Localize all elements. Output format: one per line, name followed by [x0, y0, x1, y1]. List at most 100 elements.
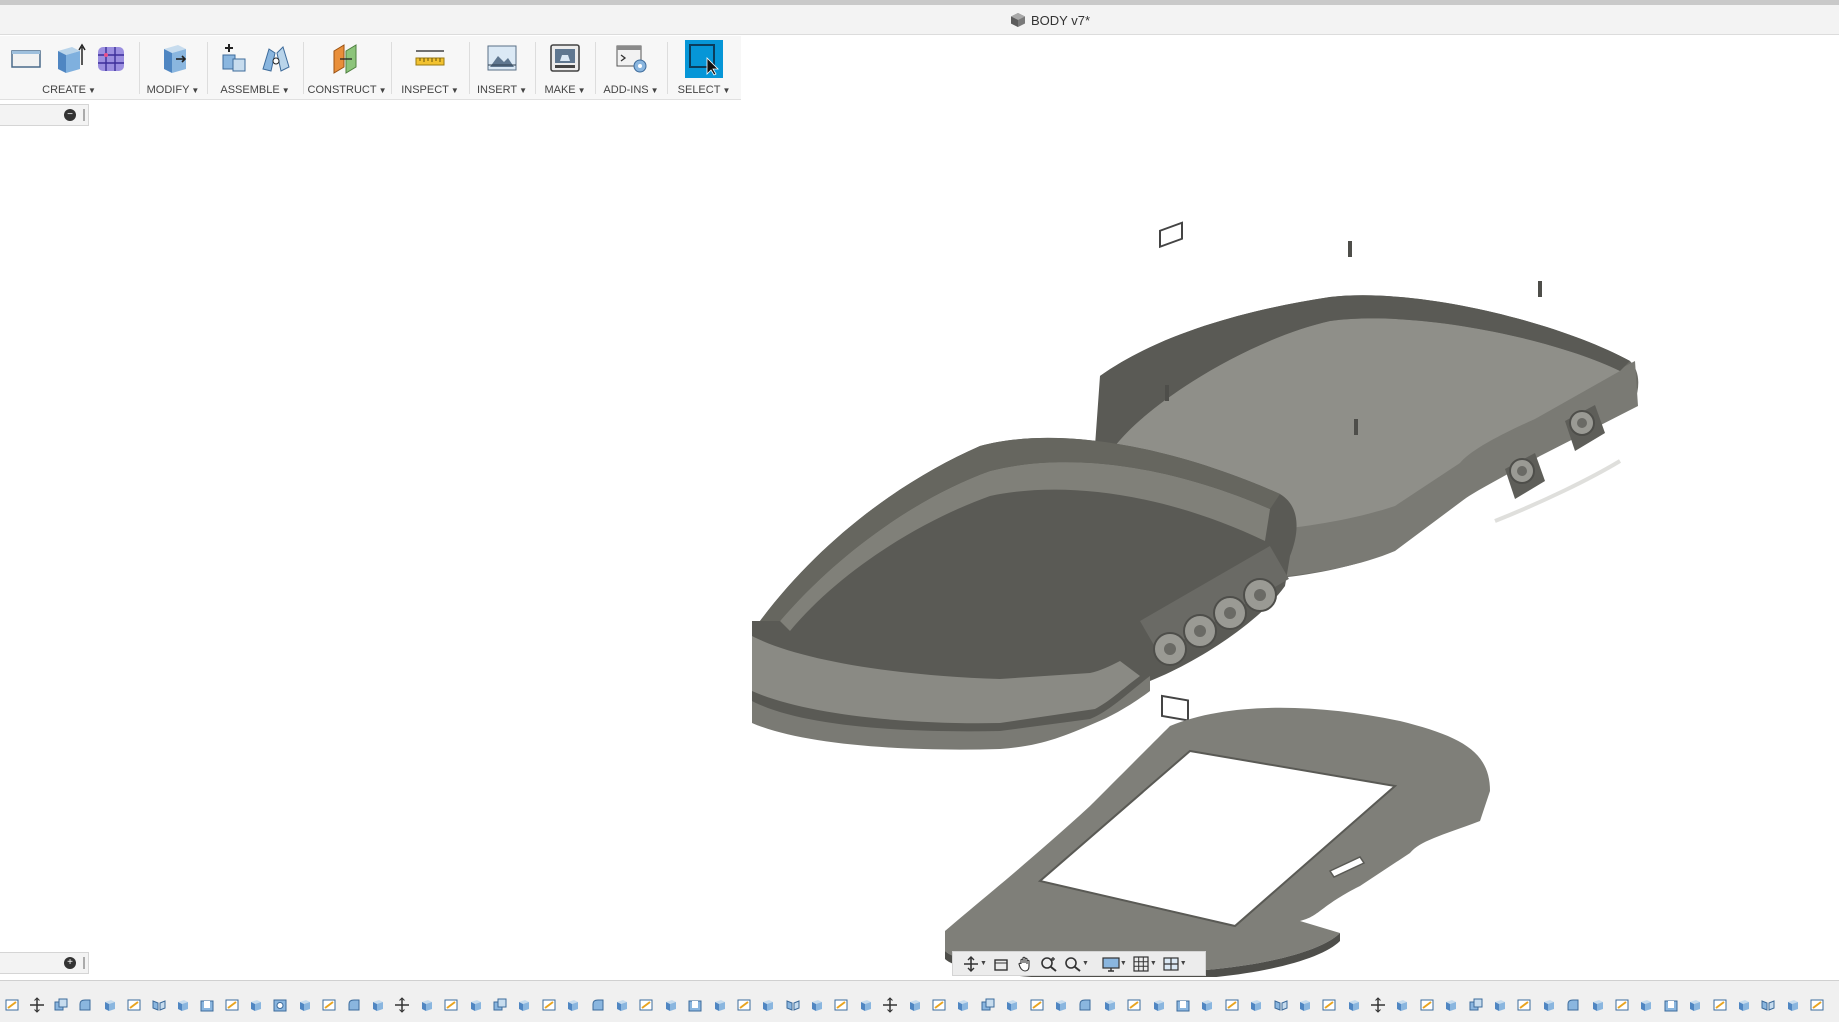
look-at-icon[interactable]	[991, 955, 1011, 973]
timeline-feature-extrude-icon[interactable]	[1781, 995, 1805, 1015]
new-component-icon[interactable]	[216, 40, 252, 76]
timeline-feature-extrude-icon[interactable]	[366, 995, 390, 1015]
addins-menu-label[interactable]: ADD-INS ▼	[596, 84, 666, 96]
press-pull-icon[interactable]	[155, 40, 191, 76]
timeline-feature-sketch-icon[interactable]	[1610, 995, 1634, 1015]
joint-icon[interactable]	[258, 40, 294, 76]
timeline-feature-move-icon[interactable]	[1366, 995, 1390, 1015]
timeline-feature-extrude-icon[interactable]	[902, 995, 926, 1015]
timeline-feature-extrude-icon[interactable]	[1146, 995, 1170, 1015]
timeline-feature-sketch-icon[interactable]	[439, 995, 463, 1015]
3d-viewport[interactable]	[0, 101, 1839, 977]
timeline-feature-sketch-icon[interactable]	[537, 995, 561, 1015]
timeline-feature-move-icon[interactable]	[24, 995, 48, 1015]
timeline-feature-fillet-icon[interactable]	[73, 995, 97, 1015]
timeline-feature-sketch-icon[interactable]	[1707, 995, 1731, 1015]
timeline-feature-sketch-icon[interactable]	[1512, 995, 1536, 1015]
face-plate-body[interactable]	[945, 707, 1490, 977]
timeline-feature-extrude-icon[interactable]	[854, 995, 878, 1015]
timeline-feature-hole-icon[interactable]	[268, 995, 292, 1015]
timeline-feature-sketch-icon[interactable]	[122, 995, 146, 1015]
timeline-feature-extrude-icon[interactable]	[1244, 995, 1268, 1015]
timeline-feature-extrude-icon[interactable]	[1634, 995, 1658, 1015]
make-menu-label[interactable]: MAKE ▼	[536, 84, 594, 96]
timeline-feature-sketch-icon[interactable]	[1317, 995, 1341, 1015]
timeline-feature-combine-icon[interactable]	[49, 995, 73, 1015]
timeline-feature-sketch-icon[interactable]	[732, 995, 756, 1015]
timeline-feature-extrude-icon[interactable]	[951, 995, 975, 1015]
timeline-feature-sketch-icon[interactable]	[829, 995, 853, 1015]
timeline-feature-mirror-icon[interactable]	[1268, 995, 1292, 1015]
timeline-feature-fillet-icon[interactable]	[341, 995, 365, 1015]
zoom-icon[interactable]	[1039, 955, 1059, 973]
pan-icon[interactable]	[1015, 955, 1035, 973]
middle-frame-body[interactable]	[752, 221, 1297, 750]
timeline-feature-sketch-icon[interactable]	[220, 995, 244, 1015]
timeline-feature-extrude-icon[interactable]	[244, 995, 268, 1015]
timeline-feature-sketch-icon[interactable]	[0, 995, 24, 1015]
fit-icon[interactable]	[1063, 955, 1083, 973]
timeline-feature-extrude-icon[interactable]	[1293, 995, 1317, 1015]
zoom-dropdown-icon[interactable]: ▼	[1082, 960, 1089, 967]
timeline-feature-extrude-icon[interactable]	[512, 995, 536, 1015]
timeline-feature-sketch-icon[interactable]	[1805, 995, 1829, 1015]
timeline-feature-extrude-icon[interactable]	[1098, 995, 1122, 1015]
measure-icon[interactable]	[412, 40, 448, 76]
timeline-feature-mirror-icon[interactable]	[146, 995, 170, 1015]
timeline-feature-extrude-icon[interactable]	[293, 995, 317, 1015]
timeline-feature-extrude-icon[interactable]	[1049, 995, 1073, 1015]
viewports-dropdown-icon[interactable]: ▼	[1180, 960, 1187, 967]
timeline-feature-fillet-icon[interactable]	[585, 995, 609, 1015]
timeline-feature-mirror-icon[interactable]	[781, 995, 805, 1015]
timeline-feature-extrude-icon[interactable]	[463, 995, 487, 1015]
timeline-feature-fillet-icon[interactable]	[1561, 995, 1585, 1015]
timeline-feature-extrude-icon[interactable]	[659, 995, 683, 1015]
timeline-feature-extrude-icon[interactable]	[171, 995, 195, 1015]
timeline-feature-combine-icon[interactable]	[976, 995, 1000, 1015]
comments-resize-grip[interactable]	[83, 957, 85, 969]
assemble-menu-label[interactable]: ASSEMBLE ▼	[208, 84, 302, 96]
timeline-feature-sketch-icon[interactable]	[1415, 995, 1439, 1015]
timeline-feature-extrude-icon[interactable]	[1195, 995, 1219, 1015]
timeline-feature-extrude-icon[interactable]	[707, 995, 731, 1015]
timeline-feature-sketch-icon[interactable]	[1220, 995, 1244, 1015]
timeline-feature-shell-icon[interactable]	[1171, 995, 1195, 1015]
orbit-icon[interactable]	[961, 955, 981, 973]
timeline-feature-extrude-icon[interactable]	[1537, 995, 1561, 1015]
select-menu-label[interactable]: SELECT ▼	[668, 84, 740, 96]
select-tool-icon[interactable]	[685, 40, 723, 78]
timeline-feature-extrude-icon[interactable]	[1683, 995, 1707, 1015]
timeline-feature-extrude-icon[interactable]	[1000, 995, 1024, 1015]
form-icon[interactable]	[93, 40, 129, 76]
timeline-feature-extrude-icon[interactable]	[1732, 995, 1756, 1015]
extrude-icon[interactable]	[51, 40, 87, 76]
timeline-feature-extrude-icon[interactable]	[805, 995, 829, 1015]
create-sketch-icon[interactable]	[9, 40, 45, 76]
timeline-feature-sketch-icon[interactable]	[317, 995, 341, 1015]
grid-dropdown-icon[interactable]: ▼	[1150, 960, 1157, 967]
create-menu-label[interactable]: CREATE ▼	[0, 84, 138, 96]
timeline-feature-move-icon[interactable]	[878, 995, 902, 1015]
timeline-feature-sketch-icon[interactable]	[1024, 995, 1048, 1015]
insert-menu-label[interactable]: INSERT ▼	[470, 84, 534, 96]
timeline-feature-extrude-icon[interactable]	[1585, 995, 1609, 1015]
timeline-feature-extrude-icon[interactable]	[1488, 995, 1512, 1015]
timeline-feature-sketch-icon[interactable]	[927, 995, 951, 1015]
construct-menu-label[interactable]: CONSTRUCT ▼	[304, 84, 390, 96]
display-dropdown-icon[interactable]: ▼	[1120, 960, 1127, 967]
3d-print-icon[interactable]	[547, 40, 583, 76]
comments-expand-button[interactable]: +	[64, 957, 76, 969]
timeline-feature-extrude-icon[interactable]	[1341, 995, 1365, 1015]
offset-plane-icon[interactable]	[329, 40, 365, 76]
timeline-feature-extrude-icon[interactable]	[610, 995, 634, 1015]
timeline-feature-fillet-icon[interactable]	[1073, 995, 1097, 1015]
timeline-feature-sketch-icon[interactable]	[1122, 995, 1146, 1015]
timeline-feature-shell-icon[interactable]	[195, 995, 219, 1015]
timeline-feature-shell-icon[interactable]	[683, 995, 707, 1015]
timeline-feature-extrude-icon[interactable]	[756, 995, 780, 1015]
timeline-feature-extrude-icon[interactable]	[561, 995, 585, 1015]
timeline-feature-extrude-icon[interactable]	[98, 995, 122, 1015]
grid-icon[interactable]	[1131, 955, 1151, 973]
modify-menu-label[interactable]: MODIFY ▼	[140, 84, 206, 96]
insert-image-icon[interactable]	[484, 40, 520, 76]
